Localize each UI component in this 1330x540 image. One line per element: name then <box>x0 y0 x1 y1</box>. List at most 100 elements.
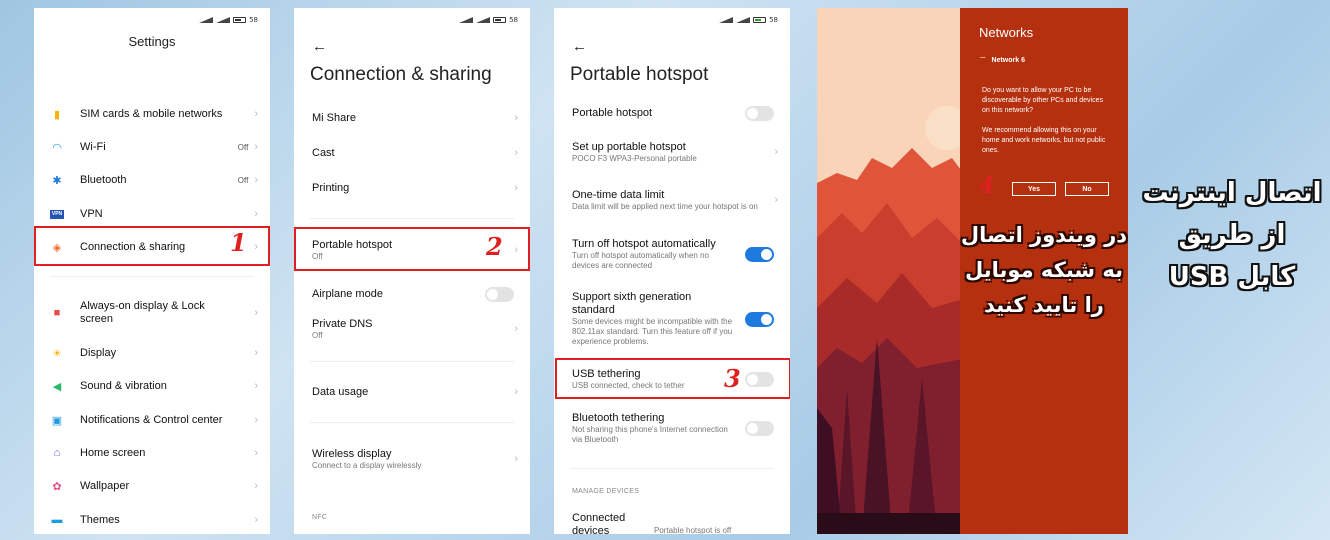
battery-icon <box>233 17 247 23</box>
portable-hotspot-screen: 58 ← Portable hotspot Portable hotspot S… <box>554 8 790 534</box>
chevron-right-icon: › <box>254 414 258 426</box>
divider <box>570 468 774 469</box>
divider <box>310 218 514 219</box>
settings-item-label: VPN <box>80 207 103 220</box>
display-icon: ☀ <box>52 347 62 360</box>
turn-off-hotspot-label: Turn off hotspot automatically <box>572 237 716 250</box>
manage-devices-header: MANAGE DEVICES <box>572 488 640 495</box>
settings-item[interactable]: VPN VPN › <box>34 200 270 228</box>
battery-level: 58 <box>769 16 778 24</box>
settings-item[interactable]: ◠ Wi-Fi Off › <box>34 133 270 161</box>
page-title: Portable hotspot <box>570 64 709 85</box>
battery-charging-icon <box>753 17 767 23</box>
portable-hotspot-item: Portable hotspot <box>554 102 790 124</box>
chevron-right-icon: › <box>254 514 258 526</box>
connected-devices-item[interactable]: Connected devices Portable hotspot is of… <box>554 512 790 534</box>
data-limit-item[interactable]: One-time data limit Data limit will be a… <box>554 182 790 218</box>
wireless-display-item[interactable]: Wireless display Connect to a display wi… <box>294 442 530 476</box>
sixth-generation-toggle[interactable] <box>745 311 774 327</box>
settings-item[interactable]: ☀ Display › <box>34 339 270 367</box>
settings-item[interactable]: ▮ SIM cards & mobile networks › <box>34 100 270 128</box>
chevron-right-icon: › <box>254 208 258 220</box>
airplane-mode-toggle[interactable] <box>485 286 514 302</box>
sixth-generation-item: Support sixth generation standard Some d… <box>554 290 790 348</box>
no-button[interactable]: No <box>1065 182 1109 196</box>
wallpaper-icon: ✿ <box>52 480 62 493</box>
settings-item[interactable]: ⌂ Home screen › <box>34 439 270 467</box>
windows-network-screen: Networks ⌔ Network 6 Do you want to allo… <box>817 8 1128 534</box>
chevron-right-icon: › <box>514 453 518 465</box>
chevron-right-icon: › <box>514 323 518 335</box>
page-title: Settings <box>128 34 176 49</box>
settings-item-label: Themes <box>80 513 120 526</box>
step-number: 3 <box>724 364 741 393</box>
turn-off-hotspot-text: Turn off hotspot automatically Turn off … <box>554 238 745 271</box>
connected-devices-status: Portable hotspot is off <box>654 526 732 534</box>
chevron-right-icon: › <box>774 194 778 206</box>
settings-item-label: Bluetooth <box>80 173 127 186</box>
status-bar: 58 <box>459 16 518 24</box>
vpn-icon: VPN <box>50 209 64 219</box>
bluetooth-tethering-toggle[interactable] <box>745 420 774 436</box>
turn-off-hotspot-toggle[interactable] <box>745 246 774 262</box>
step-number: 2 <box>486 232 503 261</box>
settings-item-label: Home screen <box>80 446 146 459</box>
settings-item-label: SIM cards & mobile networks <box>80 107 223 120</box>
chevron-right-icon: › <box>254 347 258 359</box>
back-arrow-icon[interactable]: ← <box>572 38 587 55</box>
divider <box>50 276 254 277</box>
instruction-line-1: در ویندوز اتصال <box>960 223 1128 247</box>
settings-item[interactable]: ✿ Wallpaper › <box>34 472 270 500</box>
settings-screen: 58 Settings ▮ SIM cards & mobile networks… <box>34 8 270 534</box>
yes-button[interactable]: Yes <box>1012 182 1056 196</box>
settings-item-value: Off <box>237 175 249 185</box>
printing-item[interactable]: Printing › <box>294 174 530 202</box>
chevron-right-icon: › <box>514 182 518 194</box>
signal-icon <box>459 17 474 23</box>
portable-hotspot-toggle[interactable] <box>745 105 774 121</box>
wireless-display-label: Wireless display <box>312 447 392 460</box>
data-limit-label: One-time data limit <box>572 188 665 201</box>
data-usage-item[interactable]: Data usage › <box>294 378 530 406</box>
settings-item[interactable]: ✱ Bluetooth Off › <box>34 166 270 194</box>
network-name: Network 6 <box>991 56 1025 64</box>
settings-item-label: Notifications & Control center <box>80 413 223 426</box>
signal-icon <box>719 17 734 23</box>
sixth-generation-text: Support sixth generation standard Some d… <box>554 291 745 347</box>
sound-icon: ◀ <box>52 380 62 393</box>
setup-hotspot-item[interactable]: Set up portable hotspot POCO F3 WPA3-Per… <box>554 138 790 166</box>
divider <box>310 422 514 423</box>
settings-item[interactable]: ▬ Themes › <box>34 506 270 534</box>
chevron-right-icon: › <box>254 174 258 186</box>
mi-share-item[interactable]: Mi Share › <box>294 104 530 132</box>
instruction-line-3: را تایید کنید <box>984 293 1104 317</box>
cast-item[interactable]: Cast › <box>294 139 530 167</box>
lock-icon: ■ <box>53 307 61 319</box>
data-usage-label: Data usage <box>312 385 369 398</box>
signal-icon <box>736 17 751 23</box>
airplane-mode-item: Airplane mode <box>294 280 530 308</box>
back-arrow-icon[interactable]: ← <box>312 38 327 55</box>
portable-hotspot-label: Portable hotspot <box>572 106 653 119</box>
status-bar: 58 <box>199 16 258 24</box>
bluetooth-tethering-item: Bluetooth tethering Not sharing this pho… <box>554 410 790 446</box>
discoverable-question: Do you want to allow your PC to be disco… <box>982 87 1104 114</box>
setup-hotspot-text: Set up portable hotspot POCO F3 WPA3-Per… <box>554 141 774 164</box>
chevron-right-icon: › <box>514 386 518 398</box>
settings-item[interactable]: ▣ Notifications & Control center › <box>34 406 270 434</box>
private-dns-label: Private DNS <box>312 317 373 330</box>
network-entry[interactable]: ⌔ Network 6 <box>979 55 1025 65</box>
settings-item[interactable]: ◀ Sound & vibration › <box>34 372 270 400</box>
bluetooth-tethering-subtitle: Not sharing this phone's Internet connec… <box>572 424 728 444</box>
signal-icon <box>216 17 231 23</box>
connected-devices-label: Connected devices <box>572 512 626 534</box>
battery-level: 58 <box>249 16 258 24</box>
themes-icon: ▬ <box>51 514 63 526</box>
settings-item[interactable]: ■ Always-on display & Lock screen › <box>34 293 270 333</box>
printing-label: Printing <box>312 181 350 194</box>
private-dns-item[interactable]: Private DNS Off › <box>294 312 530 346</box>
windows-instruction: در ویندوز اتصال به شبکه موبایل را تایید … <box>960 218 1128 323</box>
chevron-right-icon: › <box>254 307 258 319</box>
sixth-generation-label: Support sixth generation standard <box>572 291 692 316</box>
data-limit-subtitle: Data limit will be applied next time you… <box>572 201 758 211</box>
